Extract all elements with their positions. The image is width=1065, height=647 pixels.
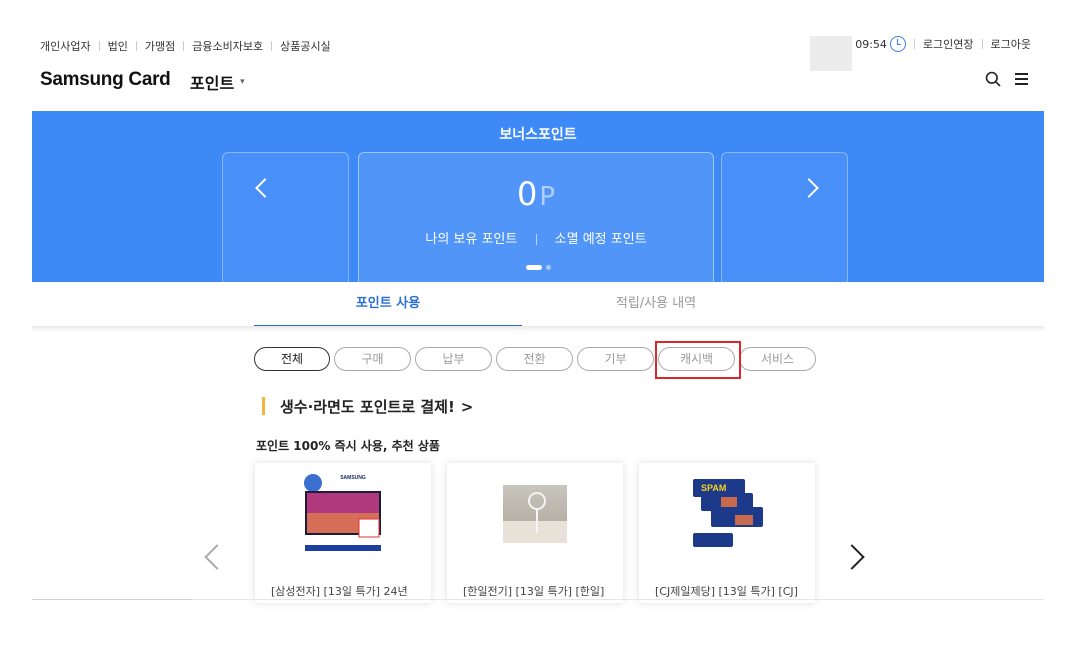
util-link-personal-business[interactable]: 개인사업자 <box>40 38 91 54</box>
banner-placeholder <box>810 36 852 71</box>
divider <box>135 41 137 51</box>
chip-service[interactable]: 서비스 <box>739 347 816 371</box>
menu-dropdown[interactable]: 포인트 ▾ <box>190 70 245 94</box>
divider <box>535 234 537 245</box>
expiring-points-link[interactable]: 소멸 예정 포인트 <box>555 232 647 247</box>
product-name: [CJ제일제당] [13일 특가] [CJ] <box>655 585 798 598</box>
logout-link[interactable]: 로그아웃 <box>991 36 1031 52</box>
tab-history[interactable]: 적립/사용 내역 <box>522 282 790 327</box>
points-value: 0 <box>516 175 538 213</box>
chevron-right-icon: > <box>460 398 474 416</box>
carousel-card-prev[interactable] <box>222 152 349 282</box>
points-display: 0P <box>359 175 713 213</box>
brand-logo[interactable]: Samsung Card <box>40 69 171 91</box>
product-card[interactable]: SAMSUNG [삼성전자] [13일 특가] 24년 <box>255 463 431 603</box>
product-next-arrow-icon[interactable] <box>839 544 865 570</box>
divider <box>271 41 273 51</box>
product-prev-arrow-icon[interactable] <box>204 544 230 570</box>
search-icon[interactable] <box>985 71 1001 87</box>
pagination-dot[interactable] <box>545 265 551 270</box>
spam-brand-text: SPAM <box>701 483 726 493</box>
tab-bar: 포인트 사용 적립/사용 내역 <box>254 282 790 327</box>
chip-donation[interactable]: 기부 <box>577 347 654 371</box>
tab-shadow <box>32 326 1044 332</box>
product-card[interactable]: SPAM [CJ제일제당] [13일 특가] [CJ] <box>639 463 815 603</box>
fan-image <box>503 485 567 543</box>
divider <box>913 39 915 49</box>
divider <box>98 41 100 51</box>
chip-payment[interactable]: 납부 <box>415 347 492 371</box>
hamburger-menu-icon[interactable] <box>1015 73 1028 85</box>
points-unit: P <box>539 182 556 212</box>
divider <box>981 39 983 49</box>
util-link-merchant[interactable]: 가맹점 <box>145 38 175 54</box>
tv-brand-text: SAMSUNG <box>340 475 366 481</box>
chip-purchase[interactable]: 구매 <box>334 347 411 371</box>
promo-subtitle: 포인트 100% 즉시 사용, 추천 상품 <box>256 439 440 453</box>
bonus-point-banner: 보너스포인트 0P 나의 보유 포인트 소멸 예정 포인트 <box>32 111 1044 282</box>
tab-point-use[interactable]: 포인트 사용 <box>254 282 522 327</box>
carousel-pagination <box>32 265 1044 270</box>
session-timer: 09:54 <box>855 37 887 51</box>
extend-login-link[interactable]: 로그인연장 <box>923 36 974 52</box>
utility-nav-left: 개인사업자 법인 가맹점 금융소비자보호 상품공시실 <box>40 38 331 54</box>
product-name: [한일전기] [13일 특가] [한일] <box>463 585 605 598</box>
points-links: 나의 보유 포인트 소멸 예정 포인트 <box>359 228 713 247</box>
product-card[interactable]: [한일전기] [13일 특가] [한일] <box>447 463 623 603</box>
product-name: [삼성전자] [13일 특가] 24년 <box>271 585 408 598</box>
cashback-highlight-box <box>655 341 741 379</box>
carousel-card-current: 0P 나의 보유 포인트 소멸 예정 포인트 <box>358 152 714 282</box>
utility-nav-right: 09:54 로그인연장 로그아웃 <box>855 36 1031 52</box>
promo-title[interactable]: 생수·라면도 포인트로 결제! > <box>262 396 473 417</box>
chip-all[interactable]: 전체 <box>254 347 330 371</box>
util-link-consumer-protection[interactable]: 금융소비자보호 <box>192 38 263 54</box>
pagination-dot-active[interactable] <box>525 265 542 270</box>
divider <box>183 41 185 51</box>
chip-conversion[interactable]: 전환 <box>496 347 573 371</box>
carousel-card-next[interactable] <box>721 152 848 282</box>
util-link-product-disclosure[interactable]: 상품공시실 <box>280 38 331 54</box>
tv-image: SAMSUNG <box>304 474 381 551</box>
spam-image: SPAM <box>693 479 763 547</box>
util-link-corporate[interactable]: 법인 <box>108 38 128 54</box>
clock-icon[interactable] <box>889 36 906 52</box>
banner-title: 보너스포인트 <box>499 127 577 143</box>
divider <box>32 599 192 600</box>
my-points-link[interactable]: 나의 보유 포인트 <box>425 232 517 247</box>
promo-title-text: 생수·라면도 포인트로 결제! <box>280 398 455 416</box>
caret-down-icon: ▾ <box>240 77 245 87</box>
menu-title: 포인트 <box>190 74 235 93</box>
